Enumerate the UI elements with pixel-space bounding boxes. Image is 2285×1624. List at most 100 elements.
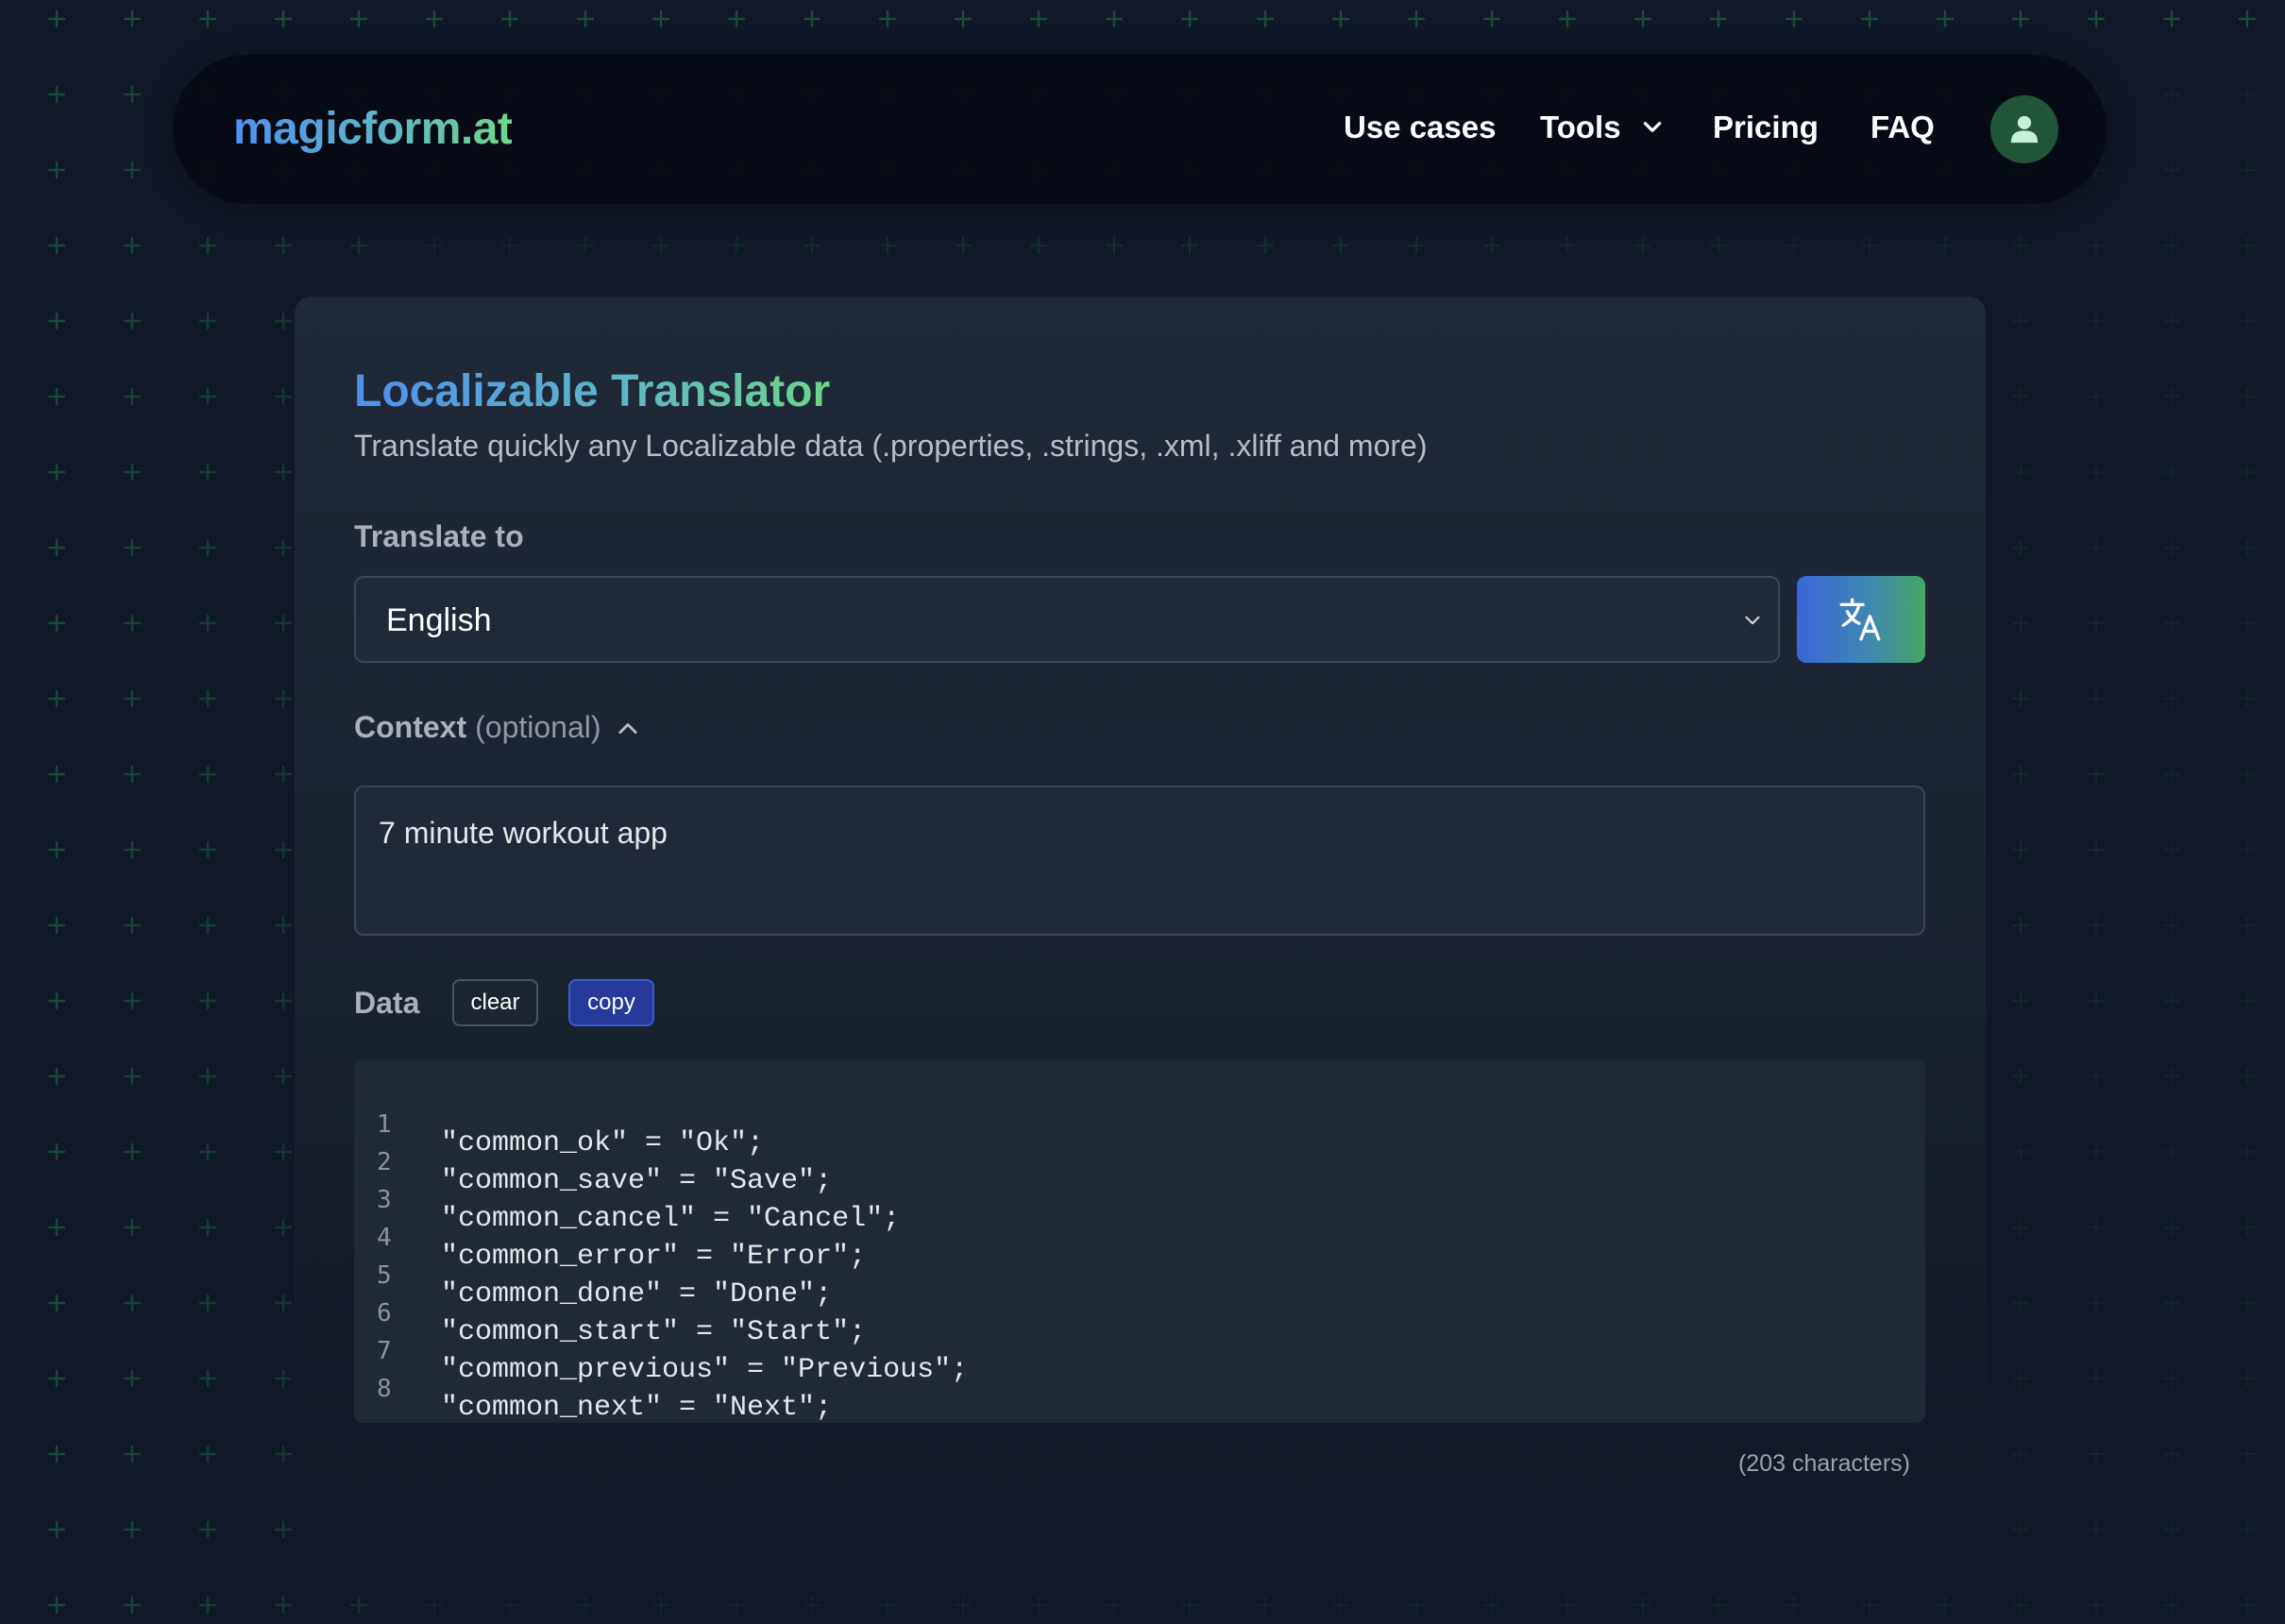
plus-mark — [198, 387, 217, 406]
plus-mark — [123, 614, 142, 633]
plus-mark — [576, 236, 595, 255]
plus-mark — [2162, 538, 2181, 557]
plus-mark — [2011, 236, 2030, 255]
page-title: Localizable Translator — [354, 363, 830, 421]
plus-mark — [198, 1445, 217, 1463]
plus-mark — [2162, 991, 2181, 1010]
plus-mark — [803, 236, 821, 255]
plus-mark — [878, 1596, 897, 1615]
plus-mark — [1482, 1596, 1501, 1615]
plus-mark — [198, 1067, 217, 1086]
plus-mark — [2238, 161, 2257, 179]
brand-logo[interactable]: magicform.at — [233, 100, 513, 159]
data-code-editor[interactable]: 1 "common_ok" = "Ok"; 2 "common_save" = … — [354, 1059, 1925, 1424]
plus-mark — [803, 1596, 821, 1615]
plus-mark — [1256, 1596, 1275, 1615]
plus-mark — [274, 387, 293, 406]
plus-mark — [123, 689, 142, 708]
plus-mark — [1180, 9, 1199, 28]
plus-mark — [274, 614, 293, 633]
nav-pricing[interactable]: Pricing — [1713, 110, 1819, 145]
plus-mark — [954, 236, 973, 255]
plus-mark — [274, 1067, 293, 1086]
plus-mark — [274, 538, 293, 557]
plus-mark — [123, 1142, 142, 1161]
plus-mark — [274, 1294, 293, 1312]
plus-mark — [123, 1369, 142, 1388]
plus-mark — [198, 765, 217, 784]
plus-mark — [123, 1067, 142, 1086]
plus-mark — [2238, 1294, 2257, 1312]
plus-mark — [123, 1218, 142, 1237]
plus-mark — [2087, 614, 2106, 633]
plus-mark — [2162, 614, 2181, 633]
plus-mark — [2011, 1218, 2030, 1237]
user-avatar-button[interactable] — [1990, 95, 2058, 163]
plus-mark — [198, 1596, 217, 1615]
plus-mark — [2162, 85, 2181, 104]
plus-mark — [2162, 1067, 2181, 1086]
plus-mark — [47, 312, 66, 330]
line-number: 8 — [377, 1375, 392, 1403]
plus-mark — [2011, 765, 2030, 784]
code-line: 6 "common_start" = "Start"; — [354, 1282, 866, 1348]
plus-mark — [2162, 1294, 2181, 1312]
context-toggle[interactable]: Context (optional) — [354, 710, 641, 745]
plus-mark — [2238, 1520, 2257, 1539]
plus-mark — [198, 1369, 217, 1388]
plus-mark — [1029, 1596, 1048, 1615]
plus-mark — [123, 1520, 142, 1539]
plus-mark — [2087, 991, 2106, 1010]
plus-mark — [1407, 236, 1426, 255]
plus-mark — [2238, 614, 2257, 633]
plus-mark — [2087, 1520, 2106, 1539]
plus-mark — [123, 765, 142, 784]
clear-button[interactable]: clear — [452, 979, 538, 1026]
context-value: 7 minute workout app — [379, 816, 668, 850]
line-text: "common_cancel" = "Cancel"; — [441, 1203, 901, 1235]
plus-mark — [123, 387, 142, 406]
plus-mark — [878, 236, 897, 255]
plus-mark — [47, 161, 66, 179]
context-textarea[interactable]: 7 minute workout app — [354, 786, 1925, 936]
plus-mark — [2238, 765, 2257, 784]
plus-mark — [2087, 1369, 2106, 1388]
plus-mark — [652, 1596, 670, 1615]
plus-mark — [2087, 1218, 2106, 1237]
line-text: "common_save" = "Save"; — [441, 1165, 833, 1197]
plus-mark — [198, 1142, 217, 1161]
language-select[interactable]: English — [354, 576, 1780, 663]
plus-mark — [2011, 538, 2030, 557]
plus-mark — [1558, 1596, 1577, 1615]
plus-mark — [349, 9, 368, 28]
plus-mark — [2162, 1596, 2181, 1615]
plus-mark — [198, 614, 217, 633]
plus-mark — [425, 9, 444, 28]
plus-mark — [2238, 689, 2257, 708]
plus-mark — [47, 538, 66, 557]
nav-use-cases[interactable]: Use cases — [1344, 110, 1496, 145]
code-line: 4 "common_error" = "Error"; — [354, 1207, 866, 1273]
plus-mark — [47, 1218, 66, 1237]
copy-button[interactable]: copy — [568, 979, 654, 1026]
plus-mark — [198, 236, 217, 255]
plus-mark — [2162, 236, 2181, 255]
plus-mark — [2162, 161, 2181, 179]
language-select-value: English — [386, 602, 492, 638]
plus-mark — [1785, 9, 1803, 28]
nav-faq[interactable]: FAQ — [1870, 110, 1935, 145]
plus-mark — [2238, 387, 2257, 406]
translate-button[interactable] — [1797, 576, 1925, 663]
plus-mark — [274, 463, 293, 482]
plus-mark — [2238, 236, 2257, 255]
nav-tools[interactable]: Tools — [1540, 110, 1665, 145]
line-text: "common_error" = "Error"; — [441, 1241, 867, 1273]
plus-mark — [2011, 1445, 2030, 1463]
plus-mark — [349, 236, 368, 255]
plus-mark — [47, 840, 66, 859]
plus-mark — [123, 538, 142, 557]
plus-mark — [274, 1596, 293, 1615]
plus-mark — [274, 1520, 293, 1539]
plus-mark — [47, 991, 66, 1010]
line-text: "common_start" = "Start"; — [441, 1316, 867, 1348]
